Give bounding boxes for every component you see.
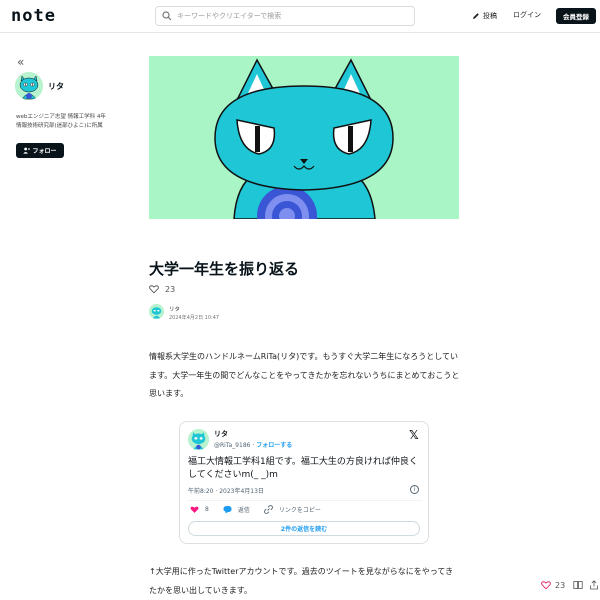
info-icon[interactable]: i <box>410 485 419 494</box>
reply-icon <box>223 505 232 514</box>
cat-avatar-icon <box>15 72 43 100</box>
tweet-like-button[interactable]: 8 <box>190 505 209 514</box>
follow-label: フォロー <box>32 148 57 155</box>
login-button[interactable]: ログイン <box>513 10 541 20</box>
signup-button[interactable]: 会員登録 <box>556 8 596 24</box>
post-button[interactable]: 投稿 <box>472 10 497 22</box>
search-input[interactable] <box>177 12 407 20</box>
search-box[interactable] <box>155 6 415 26</box>
creator-name[interactable]: リタ <box>48 81 64 92</box>
floating-action-bar: 23 <box>541 580 599 590</box>
follow-button[interactable]: フォロー <box>16 143 64 158</box>
author-name[interactable]: リタ <box>169 305 180 313</box>
reply-label: 返信 <box>237 507 250 514</box>
tweet-author-name[interactable]: リタ <box>214 429 228 439</box>
top-header: note 投稿 ログイン 会員登録 <box>0 0 600 33</box>
tweet-copy-link-button[interactable]: リンクをコピー <box>263 505 321 514</box>
tweet-reply-button[interactable]: 返信 <box>223 505 250 514</box>
tweet-follow-link[interactable]: フォローする <box>256 442 292 449</box>
tweet-like-count: 8 <box>205 506 209 513</box>
floating-like-button[interactable]: 23 <box>541 580 565 590</box>
creator-bio: webエンジニア志望 情報工学科 4年 情報技術研究部(迷部ひよこ)に所属 <box>16 113 126 131</box>
logo-text: note <box>11 6 56 26</box>
tweet-handle-row: @RiTa_9186 · フォローする <box>214 440 292 449</box>
tweet-text: 福工大情報工学科1組です。福工大生の方良ければ仲良くしてくださいm(_ _)m <box>188 457 418 480</box>
heart-icon <box>149 285 159 294</box>
divider <box>188 500 422 501</box>
heart-icon <box>541 581 551 590</box>
article-like[interactable]: 23 <box>149 284 175 294</box>
tweet-avatar[interactable] <box>188 429 209 450</box>
magazine-icon[interactable] <box>573 580 583 590</box>
link-icon <box>263 505 273 514</box>
cat-illustration <box>149 56 459 219</box>
x-logo-icon[interactable]: 𝕏 <box>409 428 419 442</box>
search-icon <box>162 11 172 21</box>
cat-avatar-icon <box>188 429 209 450</box>
tweet-actions: 8 返信 リンクをコピー <box>190 505 335 514</box>
author-avatar[interactable] <box>149 304 164 319</box>
tweet-handle[interactable]: @RiTa_9186 <box>214 442 250 449</box>
bio-line: 情報技術研究部(迷部ひよこ)に所属 <box>16 123 103 129</box>
add-user-icon <box>23 147 31 154</box>
copy-link-label: リンクをコピー <box>278 507 321 514</box>
like-count: 23 <box>165 284 176 294</box>
share-icon[interactable] <box>589 580 599 590</box>
hero-image <box>149 56 459 219</box>
bio-line: webエンジニア志望 情報工学科 4年 <box>16 114 106 120</box>
article-paragraph: ↑大学用に作ったTwitterアカウントです。過去のツイートを見ながらなにをやっ… <box>149 567 454 595</box>
pencil-icon <box>473 13 479 19</box>
note-logo[interactable]: note <box>11 6 56 26</box>
article-paragraph: 情報系大学生のハンドルネームRiTa(リタ)です。もうすぐ大学二年生になろうとし… <box>149 352 460 398</box>
floating-like-count: 23 <box>555 580 566 590</box>
creator-avatar[interactable] <box>15 72 43 100</box>
publish-date: 2024年4月2日 10:47 <box>169 315 220 321</box>
article-title: 大学一年生を振り返る <box>149 260 300 278</box>
embedded-tweet[interactable]: リタ @RiTa_9186 · フォローする 𝕏 福工大情報工学科1組です。福工… <box>179 421 429 544</box>
post-label: 投稿 <box>483 12 497 20</box>
tweet-timestamp[interactable]: 午前8:20 · 2023年4月13日 <box>188 486 264 495</box>
cat-avatar-icon <box>149 304 164 319</box>
heart-filled-icon <box>190 506 199 513</box>
collapse-sidebar-icon[interactable]: « <box>17 55 24 69</box>
read-replies-button[interactable]: 2件の返信を読む <box>188 521 420 536</box>
